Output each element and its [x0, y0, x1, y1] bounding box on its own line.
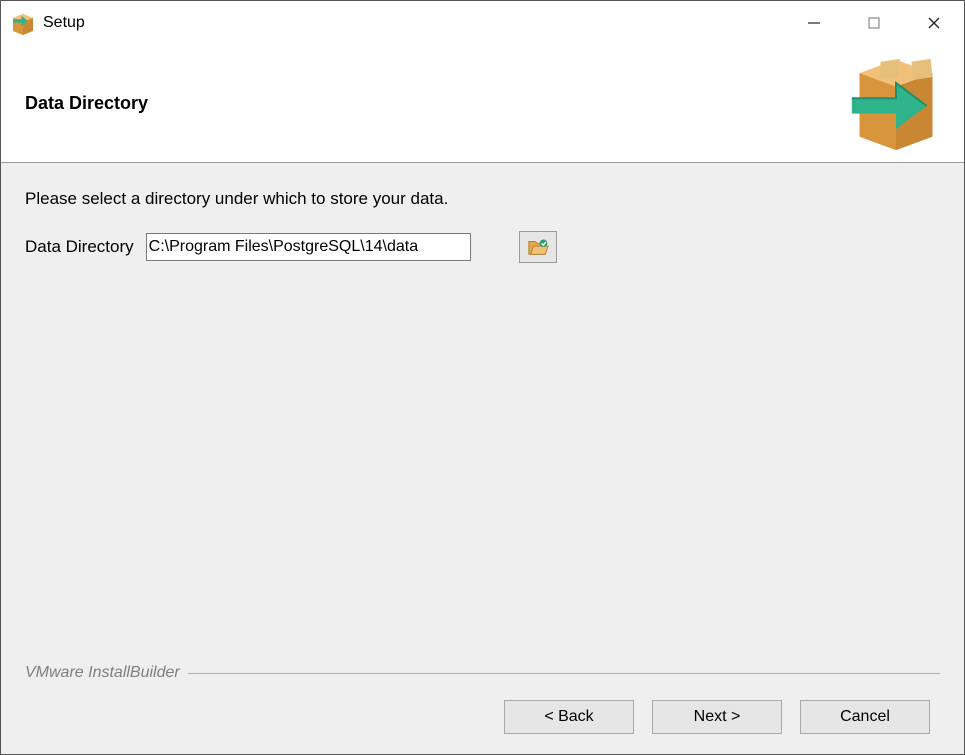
titlebar: Setup — [1, 1, 964, 45]
nav-buttons: < Back Next > Cancel — [25, 690, 940, 744]
wizard-body: Please select a directory under which to… — [1, 163, 964, 754]
installer-brand: VMware InstallBuilder — [25, 664, 940, 682]
maximize-button[interactable] — [844, 1, 904, 45]
close-button[interactable] — [904, 1, 964, 45]
minimize-icon — [807, 16, 821, 30]
window-controls — [784, 1, 964, 45]
page-title: Data Directory — [25, 93, 148, 114]
window-title: Setup — [43, 14, 85, 32]
minimize-button[interactable] — [784, 1, 844, 45]
next-button[interactable]: Next > — [652, 700, 782, 734]
wizard-header: Data Directory — [1, 45, 964, 163]
close-icon — [927, 16, 941, 30]
installer-brand-text: VMware InstallBuilder — [25, 664, 180, 682]
data-directory-input[interactable] — [146, 233, 471, 261]
maximize-icon — [867, 16, 881, 30]
browse-button[interactable] — [519, 231, 557, 263]
folder-open-icon — [527, 236, 549, 258]
instruction-text: Please select a directory under which to… — [25, 189, 940, 209]
box-arrow-icon — [848, 56, 944, 152]
divider-line — [188, 673, 940, 674]
data-directory-row: Data Directory — [25, 231, 940, 263]
data-directory-label: Data Directory — [25, 237, 134, 257]
cancel-button[interactable]: Cancel — [800, 700, 930, 734]
wizard-footer: VMware InstallBuilder < Back Next > Canc… — [25, 664, 940, 744]
back-button[interactable]: < Back — [504, 700, 634, 734]
setup-window: Setup Data Directory — [0, 0, 965, 755]
app-icon — [11, 11, 35, 35]
